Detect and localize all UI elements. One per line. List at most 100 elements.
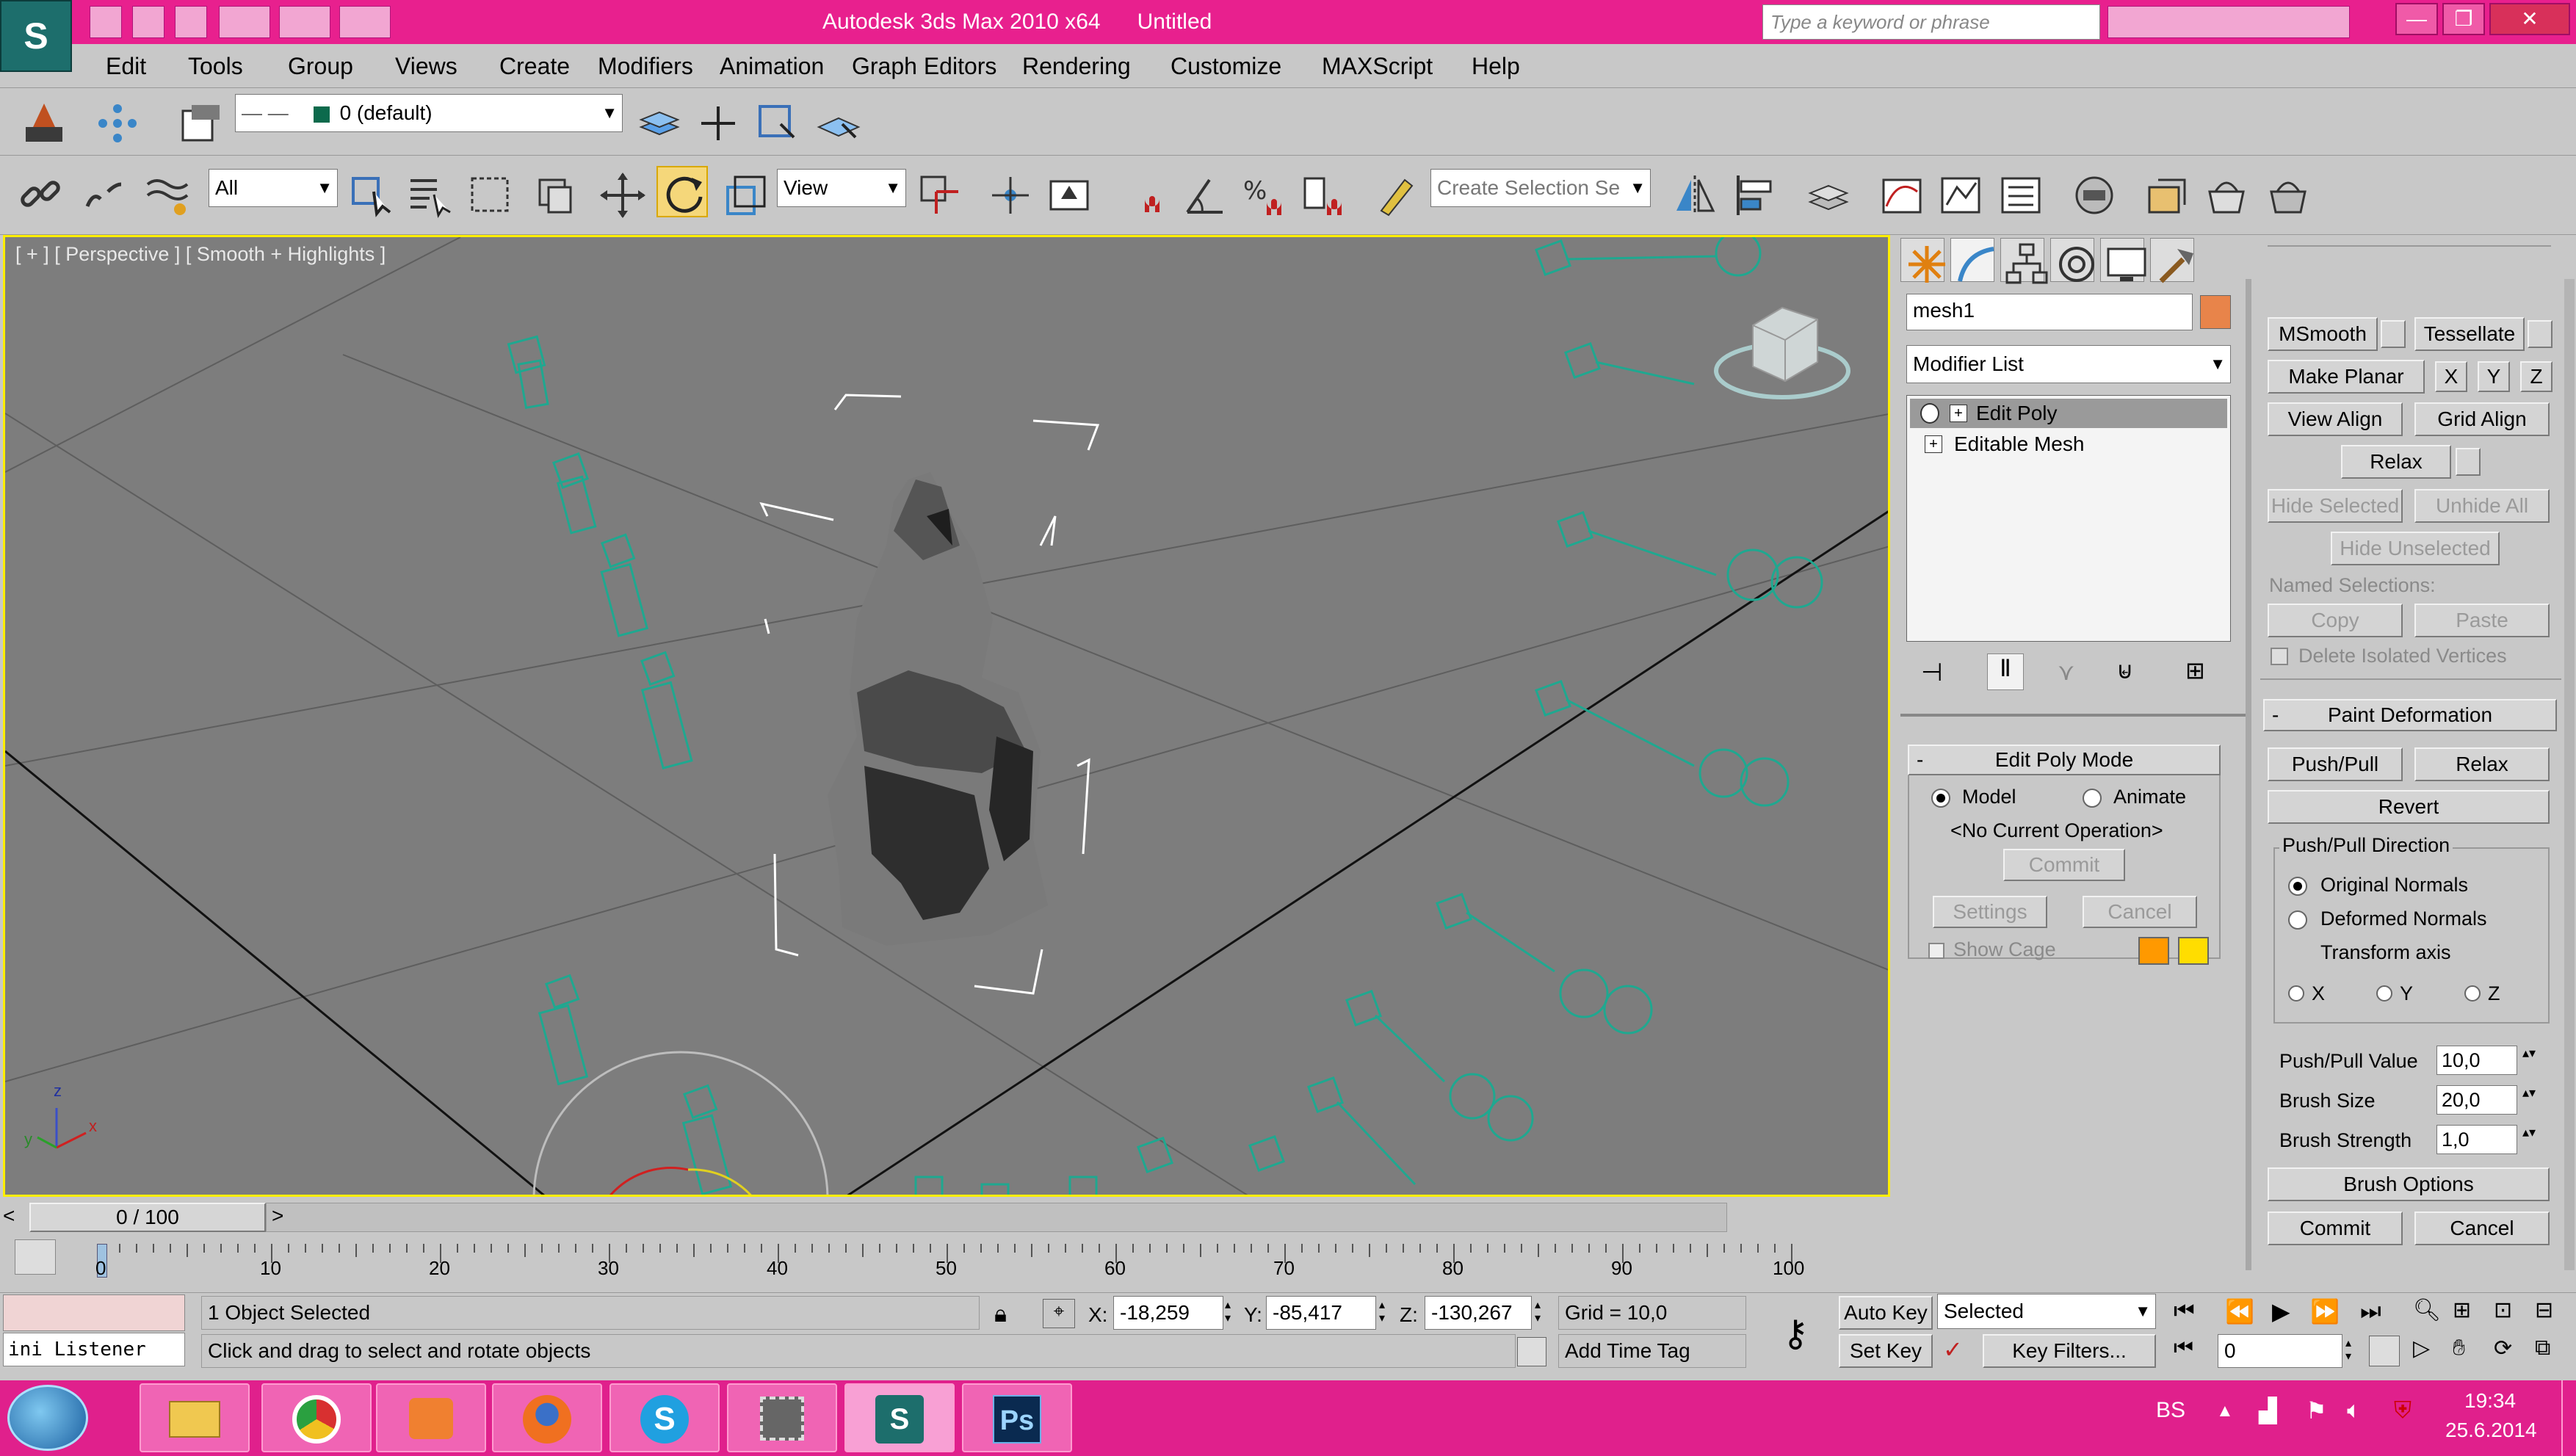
cage-color-swatch-1[interactable] <box>2138 937 2169 965</box>
object-color-swatch[interactable] <box>2200 295 2231 329</box>
create-layer-icon[interactable] <box>633 97 684 148</box>
axis-z-radio[interactable] <box>2464 985 2481 1002</box>
zoom-all-icon[interactable]: ⊞ <box>2453 1297 2471 1323</box>
grid-align-button[interactable]: Grid Align <box>2414 402 2550 436</box>
set-key-button[interactable]: Set Key <box>1839 1334 1933 1368</box>
taskbar-firefox-icon[interactable] <box>492 1383 602 1452</box>
rotate-icon[interactable] <box>656 166 708 217</box>
start-button[interactable] <box>7 1385 88 1451</box>
restore-button[interactable]: ❐ <box>2442 3 2485 35</box>
coord-x-spinner[interactable]: ▴ ▾ <box>1225 1299 1231 1325</box>
select-by-name-icon[interactable] <box>404 169 455 220</box>
new-file-icon[interactable] <box>90 6 122 38</box>
selection-region-icon[interactable] <box>464 169 515 220</box>
zoom-icon[interactable]: 🔍︎ <box>2413 1297 2441 1323</box>
paint-relax-button[interactable]: Relax <box>2414 747 2550 781</box>
add-time-tag[interactable]: Add Time Tag <box>1558 1334 1746 1368</box>
snap-toggle-icon[interactable] <box>1124 169 1175 220</box>
relax-button[interactable]: Relax <box>2341 445 2451 479</box>
taskbar-video-icon[interactable] <box>727 1383 837 1452</box>
pan-icon[interactable]: ✋︎ <box>2453 1336 2465 1361</box>
msmooth-button[interactable]: MSmooth <box>2268 317 2378 351</box>
view-align-button[interactable]: View Align <box>2268 402 2403 436</box>
paste-button[interactable]: Paste <box>2414 604 2550 637</box>
viewcube[interactable] <box>1714 306 1850 399</box>
perspective-viewport[interactable]: [ + ] [ Perspective ] [ Smooth + Highlig… <box>3 235 1890 1197</box>
menu-modifiers[interactable]: Modifiers <box>598 44 693 88</box>
select-in-layer-icon[interactable] <box>750 97 802 148</box>
orbit-icon[interactable]: ⟳ <box>2494 1336 2512 1361</box>
selection-filter-dropdown[interactable]: All ▼ <box>209 169 338 207</box>
hierarchy-tab-icon[interactable] <box>2000 238 2048 284</box>
render-iterative-icon[interactable] <box>2262 169 2313 220</box>
stack-item-edit-poly[interactable]: + Edit Poly <box>1910 399 2227 428</box>
model-radio[interactable] <box>1931 789 1950 808</box>
clock-date[interactable]: 25.6.2014 <box>2445 1419 2537 1442</box>
animate-radio[interactable] <box>2083 789 2102 808</box>
time-slider-track[interactable] <box>266 1203 1727 1232</box>
volume-icon[interactable]: 🔈︎ <box>2347 1397 2361 1424</box>
layer-dropdown[interactable]: — — 0 (default) ▼ <box>235 94 623 132</box>
remove-modifier-icon[interactable]: ⊌ <box>2116 656 2133 684</box>
render-setup-icon[interactable] <box>2068 169 2119 220</box>
action-center-flag-icon[interactable]: ⚑ <box>2306 1397 2327 1424</box>
align-icon[interactable] <box>1730 169 1781 220</box>
unhide-all-button[interactable]: Unhide All <box>2414 489 2550 523</box>
panel-scrollbar[interactable] <box>2564 279 2575 1270</box>
bind-to-space-warp-icon[interactable] <box>141 169 192 220</box>
delete-isolated-checkbox[interactable] <box>2271 648 2288 665</box>
create-tab-icon[interactable] <box>1900 238 1945 283</box>
schematic-view-icon[interactable] <box>1934 169 1986 220</box>
link-icon[interactable] <box>15 169 66 220</box>
modify-tab-icon[interactable] <box>1950 238 1994 282</box>
menu-tools[interactable]: Tools <box>188 44 243 88</box>
paint-cancel-button[interactable]: Cancel <box>2414 1211 2550 1245</box>
layer-manager-toolbar-icon[interactable] <box>1802 169 1853 220</box>
show-hidden-icons-icon[interactable]: ▲ <box>2216 1401 2234 1421</box>
close-button[interactable]: ✕ <box>2489 3 2570 35</box>
angle-snap-icon[interactable] <box>1179 169 1231 220</box>
brush-options-button[interactable]: Brush Options <box>2268 1167 2550 1201</box>
tessellate-settings-icon[interactable] <box>2528 320 2553 348</box>
chevron-down-icon[interactable]: ▼ <box>885 170 901 206</box>
lightbulb-icon[interactable] <box>1920 403 1939 424</box>
taskbar-skype-icon[interactable]: S <box>609 1383 720 1452</box>
object-name-field[interactable]: mesh1 <box>1906 294 2193 330</box>
menu-maxscript[interactable]: MAXScript <box>1322 44 1433 88</box>
open-file-icon[interactable] <box>132 6 164 38</box>
taskbar-explorer-icon[interactable] <box>140 1383 250 1452</box>
expand-icon[interactable]: + <box>1925 435 1942 453</box>
time-slider-next[interactable]: > <box>272 1204 294 1231</box>
unlink-icon[interactable] <box>78 169 129 220</box>
zoom-extents-icon[interactable]: ⊡ <box>2494 1297 2512 1323</box>
menu-graph-editors[interactable]: Graph Editors <box>852 44 996 88</box>
configure-modifier-sets-icon[interactable]: ⊞ <box>2185 656 2205 684</box>
maxscript-mini-listener[interactable]: ini Listener <box>3 1333 185 1366</box>
key-mode-dropdown[interactable]: Selected ▼ <box>1937 1294 2156 1329</box>
select-object-icon[interactable] <box>345 169 397 220</box>
axis-y-radio[interactable] <box>2376 985 2392 1002</box>
hide-unselected-button[interactable]: Hide Unselected <box>2331 532 2500 565</box>
scene-canvas[interactable] <box>5 237 1890 1197</box>
camera-rig-group[interactable] <box>507 237 1823 1197</box>
taskbar-media-player-icon[interactable] <box>376 1383 486 1452</box>
taskbar-3dsmax-icon[interactable]: S <box>844 1383 955 1452</box>
time-slider-prev[interactable]: < <box>3 1204 25 1231</box>
previous-frame-icon[interactable]: ⏪ <box>2225 1297 2254 1325</box>
revert-button[interactable]: Revert <box>2268 790 2550 824</box>
hide-selected-button[interactable]: Hide Selected <box>2268 489 2403 523</box>
show-cage-checkbox[interactable] <box>1928 943 1944 959</box>
edit-poly-mode-rollout-header[interactable]: - Edit Poly Mode <box>1908 745 2221 775</box>
mesh1-figure[interactable] <box>828 472 1048 946</box>
redo-icon[interactable] <box>279 6 330 38</box>
menu-edit[interactable]: Edit <box>106 44 146 88</box>
lock-selection-icon[interactable]: 🔒︎ <box>994 1300 1007 1328</box>
container-icon[interactable] <box>18 97 69 148</box>
language-indicator[interactable]: BS <box>2156 1398 2185 1423</box>
settings-button[interactable]: Settings <box>1933 896 2047 928</box>
planar-x-button[interactable]: X <box>2435 361 2467 392</box>
set-current-layer-icon[interactable] <box>812 97 864 148</box>
undo-icon[interactable] <box>219 6 270 38</box>
make-unique-icon[interactable]: ⋎ <box>2058 658 2074 686</box>
coord-y-input[interactable]: -85,417 <box>1266 1296 1376 1330</box>
